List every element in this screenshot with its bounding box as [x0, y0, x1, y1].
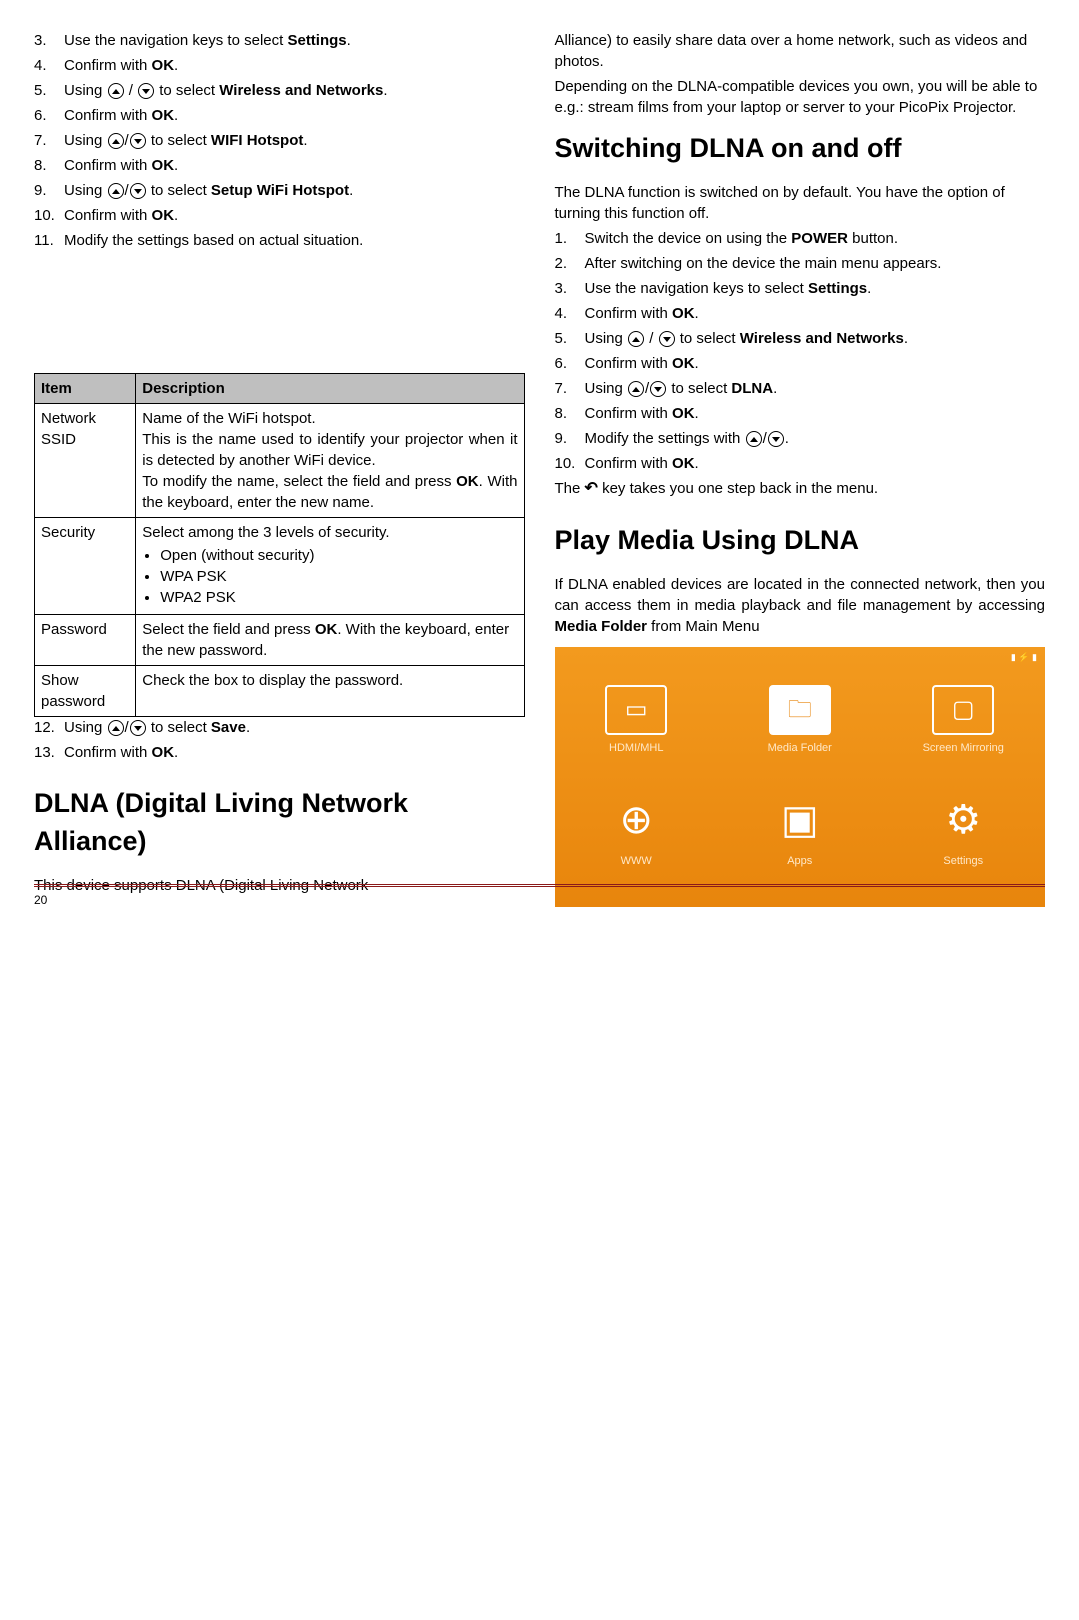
down-icon [659, 331, 675, 347]
folder-icon: 🗀 [769, 685, 831, 735]
back-key-note: The ↶ key takes you one step back in the… [555, 478, 1046, 500]
step: 7.Using / to select DLNA. [555, 378, 1046, 399]
step: 5.Using / to select Wireless and Network… [555, 328, 1046, 349]
step: 11.Modify the settings based on actual s… [34, 230, 525, 251]
android-icon: ▣ [781, 792, 819, 848]
down-icon [650, 381, 666, 397]
step: 8.Confirm with OK. [555, 403, 1046, 424]
menu-apps: ▣Apps [745, 792, 855, 869]
footer-rule [34, 884, 1045, 887]
mirror-icon: ▢ [932, 685, 994, 735]
hdmi-icon: ▭ [605, 685, 667, 735]
step: 4.Confirm with OK. [34, 55, 525, 76]
step: 7.Using / to select WIFI Hotspot. [34, 130, 525, 151]
back-icon: ↶ [585, 478, 598, 500]
down-icon [130, 133, 146, 149]
step: 6.Confirm with OK. [555, 353, 1046, 374]
down-icon [130, 183, 146, 199]
menu-media-folder: 🗀Media Folder [745, 685, 855, 756]
up-icon [108, 183, 124, 199]
up-icon [108, 83, 124, 99]
th-description: Description [136, 374, 524, 404]
down-icon [130, 720, 146, 736]
th-item: Item [35, 374, 136, 404]
table-row: Password Select the field and press OK. … [35, 615, 525, 666]
table-row: Show password Check the box to display t… [35, 666, 525, 717]
step: 4.Confirm with OK. [555, 303, 1046, 324]
up-icon [108, 720, 124, 736]
step: 13.Confirm with OK. [34, 742, 525, 763]
step: 6.Confirm with OK. [34, 105, 525, 126]
hotspot-settings-table: Item Description Network SSID Name of th… [34, 373, 525, 717]
up-icon [108, 133, 124, 149]
heading-dlna: DLNA (Digital Living Network Alliance) [34, 785, 525, 861]
dlna-depending: Depending on the DLNA-compatible devices… [555, 76, 1046, 118]
switch-intro: The DLNA function is switched on by defa… [555, 182, 1046, 224]
table-row: Security Select among the 3 levels of se… [35, 518, 525, 615]
step: 5.Using / to select Wireless and Network… [34, 80, 525, 101]
status-bar: ▮ ⚡ ▮ [1011, 651, 1037, 664]
step: 10.Confirm with OK. [34, 205, 525, 226]
menu-settings: ⚙Settings [908, 792, 1018, 869]
step: 9.Modify the settings with /. [555, 428, 1046, 449]
page-number: 20 [34, 892, 47, 909]
heading-switching-dlna: Switching DLNA on and off [555, 130, 1046, 168]
menu-www: ⊕WWW [581, 792, 691, 869]
step: 3.Use the navigation keys to select Sett… [34, 30, 525, 51]
main-menu-screenshot: ▮ ⚡ ▮ ▭HDMI/MHL 🗀Media Folder ▢Screen Mi… [555, 647, 1046, 907]
step: 3.Use the navigation keys to select Sett… [555, 278, 1046, 299]
right-column: Alliance) to easily share data over a ho… [555, 30, 1046, 907]
step: 10.Confirm with OK. [555, 453, 1046, 474]
menu-hdmi: ▭HDMI/MHL [581, 685, 691, 756]
step: 9.Using / to select Setup WiFi Hotspot. [34, 180, 525, 201]
up-icon [628, 381, 644, 397]
down-icon [768, 431, 784, 447]
play-media-text: If DLNA enabled devices are located in t… [555, 574, 1046, 637]
up-icon [628, 331, 644, 347]
step: 8.Confirm with OK. [34, 155, 525, 176]
gear-icon: ⚙ [945, 792, 981, 848]
table-row: Network SSID Name of the WiFi hotspot. T… [35, 404, 525, 518]
dlna-intro-cont: Alliance) to easily share data over a ho… [555, 30, 1046, 72]
step: 1.Switch the device on using the POWER b… [555, 228, 1046, 249]
step: 12.Using / to select Save. [34, 717, 525, 738]
step: 2.After switching on the device the main… [555, 253, 1046, 274]
heading-play-media: Play Media Using DLNA [555, 522, 1046, 560]
left-column: 3.Use the navigation keys to select Sett… [34, 30, 525, 907]
globe-icon: ⊕ [619, 792, 653, 848]
down-icon [138, 83, 154, 99]
menu-screen-mirroring: ▢Screen Mirroring [908, 685, 1018, 756]
up-icon [746, 431, 762, 447]
